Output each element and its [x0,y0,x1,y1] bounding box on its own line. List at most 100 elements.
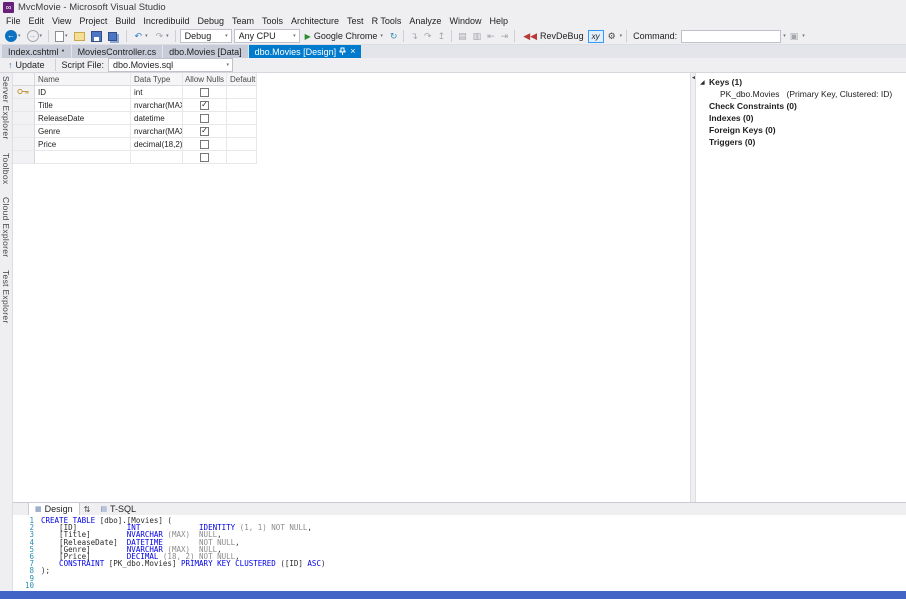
toolbar-options-icon[interactable]: ▣ [788,31,801,42]
data-type-cell[interactable] [131,151,183,164]
data-type-cell[interactable]: decimal(18,2) [131,138,183,151]
sidebar-tab-server-explorer[interactable]: Server Explorer [1,76,11,140]
design-view-tab[interactable]: ▦ Design [28,503,80,516]
data-type-cell[interactable]: nvarchar(MAX) [131,125,183,138]
default-cell[interactable] [227,112,257,125]
chevron-down-icon[interactable]: ▾ [65,33,68,39]
menu-item-team[interactable]: Team [228,15,258,28]
command-input[interactable] [681,30,781,43]
tree-item-keys-1[interactable]: ◢Keys (1) [696,76,906,88]
data-type-cell[interactable]: datetime [131,112,183,125]
solution-configuration-select[interactable]: Debug ▾ [180,29,232,43]
default-cell[interactable] [227,151,257,164]
chevron-down-icon[interactable]: ▾ [18,33,21,39]
data-type-cell[interactable]: nvarchar(MAX) [131,99,183,112]
redo-button[interactable]: ↷ ▾ [152,29,171,44]
menu-item-file[interactable]: File [2,15,25,28]
gear-icon[interactable]: ⚙ [606,31,618,42]
refresh-icon[interactable]: ↻ [388,31,400,42]
revdebug-button[interactable]: ◀◀ RevDeBug [519,29,585,44]
panel-splitter[interactable]: ◄ [690,73,696,502]
indent-icon[interactable]: ⇥ [499,31,511,42]
menu-item-view[interactable]: View [48,15,75,28]
solution-platform-select[interactable]: Any CPU ▾ [234,29,300,43]
navigate-forward-button[interactable]: → ▾ [25,29,45,44]
editor-tab-dbo-movies-design[interactable]: dbo.Movies [Design]× [249,45,362,58]
default-cell[interactable] [227,99,257,112]
chevron-down-icon[interactable]: ▾ [380,33,383,39]
save-button[interactable] [89,29,104,44]
step-into-icon[interactable]: ↴ [408,31,420,42]
chevron-down-icon[interactable]: ▾ [783,33,786,39]
tree-item-indexes-0[interactable]: Indexes (0) [696,112,906,124]
menu-item-build[interactable]: Build [111,15,139,28]
menu-item-edit[interactable]: Edit [25,15,49,28]
outdent-icon[interactable]: ⇤ [485,31,497,42]
allow-nulls-checkbox[interactable]: ✓ [200,127,209,136]
navigate-back-button[interactable]: ← ▾ [3,29,23,44]
chevron-down-icon[interactable]: ▾ [166,33,169,39]
grid-row[interactable]: Pricedecimal(18,2) [13,138,690,151]
script-file-select[interactable]: dbo.Movies.sql ▾ [108,58,233,72]
sidebar-tab-cloud-explorer[interactable]: Cloud Explorer [1,197,11,257]
expander-icon[interactable]: ◢ [700,79,709,86]
step-out-icon[interactable]: ↥ [436,31,448,42]
column-name-cell[interactable]: Genre [35,125,131,138]
menu-item-window[interactable]: Window [445,15,485,28]
chevron-down-icon[interactable]: ▾ [40,33,43,39]
data-type-cell[interactable]: int [131,86,183,99]
default-cell[interactable] [227,86,257,99]
menu-item-incredibuild[interactable]: Incredibuild [139,15,193,28]
comment-icon[interactable]: ▤ [456,31,469,42]
grid-row[interactable]: ReleaseDatedatetime [13,112,690,125]
sidebar-tab-toolbox[interactable]: Toolbox [1,153,11,184]
column-name-cell[interactable]: ID [35,86,131,99]
menu-item-debug[interactable]: Debug [193,15,228,28]
allow-nulls-checkbox[interactable]: ✓ [200,101,209,110]
chevron-down-icon[interactable]: ▾ [620,33,623,39]
default-cell[interactable] [227,138,257,151]
row-selector[interactable] [13,125,35,138]
editor-tab-dbo-movies-data[interactable]: dbo.Movies [Data] [163,45,248,58]
revdebug-xy-toggle[interactable]: xy [588,30,604,43]
menu-item-r-tools[interactable]: R Tools [368,15,406,28]
tsql-editor[interactable]: 1CREATE TABLE [dbo].[Movies] (2 [ID] INT… [13,515,906,591]
tree-item-check-constraints-0[interactable]: Check Constraints (0) [696,100,906,112]
column-name-cell[interactable]: Price [35,138,131,151]
menu-item-architecture[interactable]: Architecture [287,15,343,28]
column-name-cell[interactable]: ReleaseDate [35,112,131,125]
tsql-view-tab[interactable]: ▤ T-SQL [94,503,142,516]
default-cell[interactable] [227,125,257,138]
row-selector[interactable] [13,99,35,112]
new-file-button[interactable]: ▾ [53,29,70,44]
editor-tab-index-cshtml[interactable]: Index.cshtml● [2,45,71,58]
tree-child-item[interactable]: PK_dbo.Movies(Primary Key, Clustered: ID… [696,88,906,100]
row-selector[interactable] [13,86,35,99]
sync-views-icon[interactable]: ⇅ [80,505,95,514]
menu-item-help[interactable]: Help [485,15,512,28]
chevron-down-icon[interactable]: ▾ [145,33,148,39]
grid-row[interactable]: Genrenvarchar(MAX) ✓ [13,125,690,138]
collapse-panel-icon[interactable]: ◄ [691,75,696,81]
row-selector[interactable] [13,151,35,164]
chevron-down-icon[interactable]: ▾ [802,33,805,39]
grid-new-row[interactable] [13,151,690,164]
open-file-button[interactable] [72,29,87,44]
row-selector[interactable] [13,112,35,125]
row-selector[interactable] [13,138,35,151]
menu-item-analyze[interactable]: Analyze [405,15,445,28]
title-bar[interactable]: ∞ MvcMovie - Microsoft Visual Studio [0,0,906,15]
start-debugging-button[interactable]: ▶ Google Chrome ▾ [302,31,386,41]
editor-tab-moviescontroller-cs[interactable]: MoviesController.cs [72,45,163,58]
menu-item-tools[interactable]: Tools [258,15,287,28]
tree-item-triggers-0[interactable]: Triggers (0) [696,136,906,148]
grid-row[interactable]: IDint [13,86,690,99]
column-name-cell[interactable]: Title [35,99,131,112]
column-name-cell[interactable] [35,151,131,164]
close-icon[interactable]: × [349,47,355,56]
pin-icon[interactable] [339,47,346,56]
step-over-icon[interactable]: ↷ [422,31,434,42]
allow-nulls-checkbox[interactable] [200,88,209,97]
tree-item-foreign-keys-0[interactable]: Foreign Keys (0) [696,124,906,136]
grid-row[interactable]: Titlenvarchar(MAX) ✓ [13,99,690,112]
